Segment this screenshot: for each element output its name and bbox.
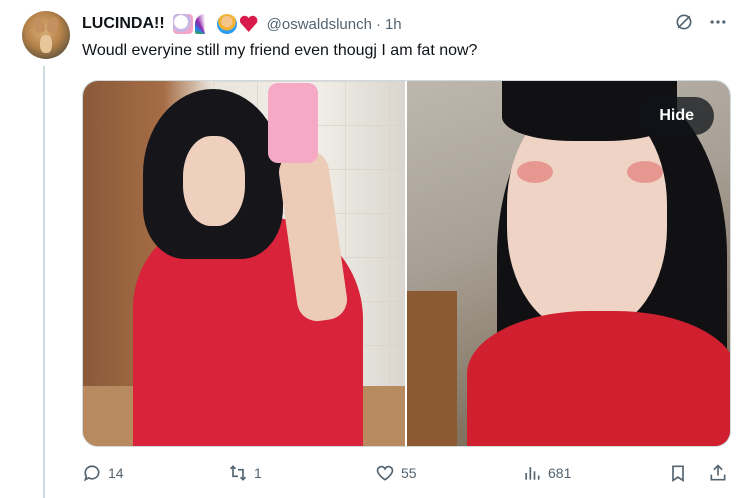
retweet-count: 1 xyxy=(254,465,262,481)
person-emoji-icon xyxy=(216,14,237,34)
photo-mirror-selfie[interactable] xyxy=(83,81,405,446)
views-button[interactable]: 681 xyxy=(522,463,571,483)
like-icon xyxy=(376,465,394,481)
blush-left xyxy=(517,161,553,183)
face xyxy=(183,136,245,226)
media-grid: Hide xyxy=(82,80,731,447)
heart-emoji-icon xyxy=(239,14,259,34)
photo-closeup-selfie[interactable]: Hide xyxy=(407,81,730,446)
share-icon xyxy=(710,464,726,481)
avatar[interactable] xyxy=(22,11,70,59)
rainbow-emoji-icon xyxy=(194,14,215,34)
hide-media-button[interactable]: Hide xyxy=(639,97,714,135)
reply-icon xyxy=(83,465,100,482)
retweet-button[interactable]: 1 xyxy=(228,463,262,483)
name-emojis xyxy=(172,14,259,34)
more-icon[interactable] xyxy=(708,12,728,32)
share-button[interactable] xyxy=(708,463,728,483)
like-count: 55 xyxy=(401,465,417,481)
post-time[interactable]: 1h xyxy=(385,16,402,33)
separator-dot: · xyxy=(375,15,381,33)
avatar-ear-right xyxy=(45,15,61,35)
bookmark-icon xyxy=(672,465,684,483)
reply-button[interactable]: 14 xyxy=(82,463,124,483)
door xyxy=(407,291,457,446)
avatar-ear-left xyxy=(31,15,47,35)
red-shirt xyxy=(467,311,730,446)
tweet-header: LUCINDA!! @oswaldslunch · 1h xyxy=(82,12,740,36)
header-actions xyxy=(674,12,728,32)
blush-right xyxy=(627,161,663,183)
views-icon xyxy=(525,467,540,480)
reply-count: 14 xyxy=(108,465,124,481)
display-name[interactable]: LUCINDA!! xyxy=(82,15,165,33)
action-bar: 14 1 55 681 xyxy=(82,456,732,490)
tweet-text: Woudl everyine still my friend even thou… xyxy=(82,42,478,59)
views-count: 681 xyxy=(548,465,572,481)
user-handle[interactable]: @oswaldslunch xyxy=(267,16,372,33)
like-button[interactable]: 55 xyxy=(375,463,417,483)
avatar-snout xyxy=(40,35,52,53)
unicorn-emoji-icon xyxy=(172,14,193,34)
thread-line xyxy=(43,66,45,498)
circle-slash-icon[interactable] xyxy=(674,12,694,32)
bookmark-button[interactable] xyxy=(668,463,688,483)
pink-phone xyxy=(268,83,318,163)
retweet-icon xyxy=(229,465,247,481)
